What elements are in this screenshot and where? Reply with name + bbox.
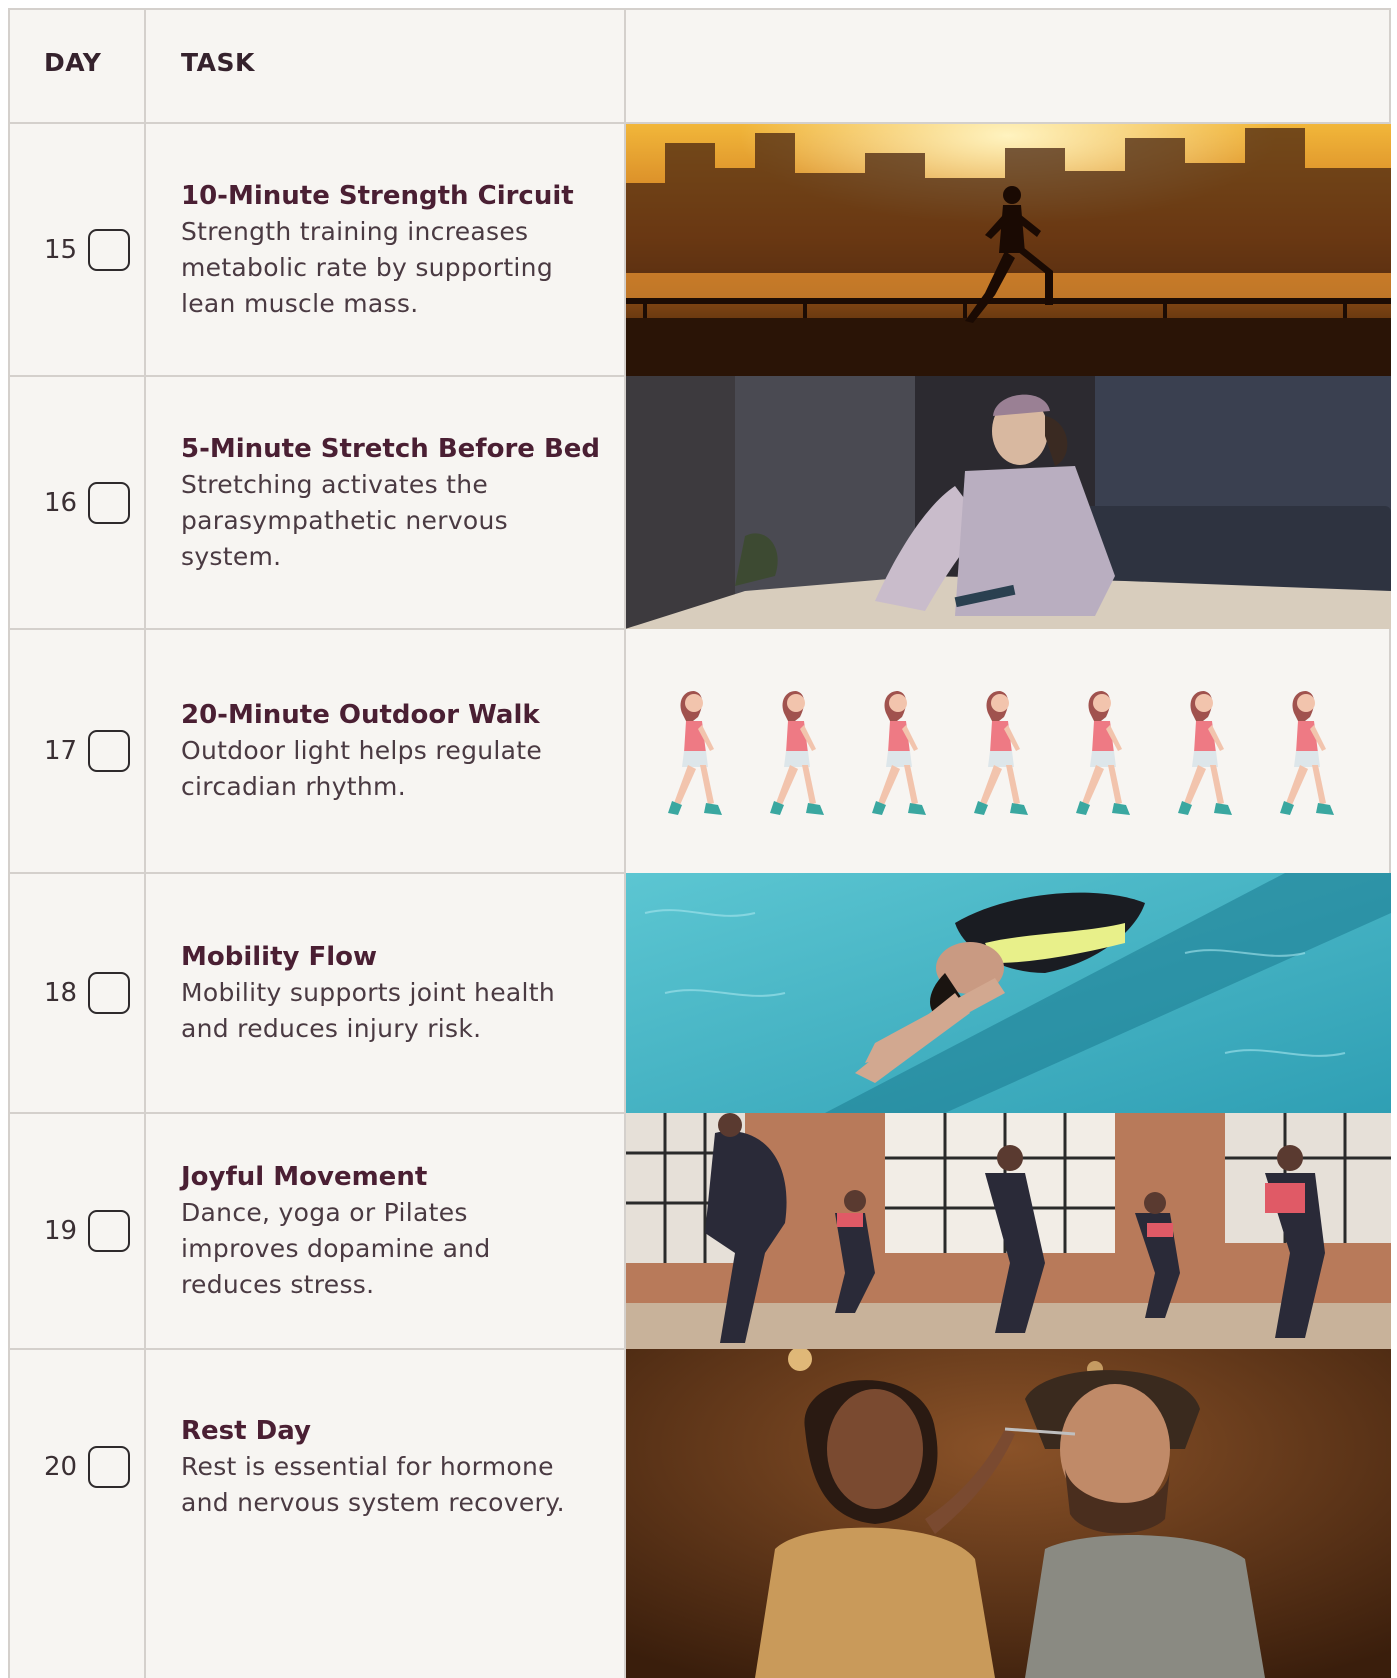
row-divider bbox=[8, 628, 625, 630]
task-description-line: Mobility supports joint health bbox=[181, 978, 555, 1007]
task-description-line: parasympathetic nervous bbox=[181, 505, 508, 535]
walking-woman-illustration-sequence bbox=[625, 629, 1391, 873]
task-description-line: and reduces injury risk. bbox=[181, 1014, 482, 1043]
day-cell: 17 bbox=[8, 629, 145, 873]
day-18-checkbox[interactable] bbox=[88, 972, 130, 1014]
group-squat-class-photo bbox=[625, 1113, 1391, 1349]
task-title: Rest Day bbox=[181, 1415, 311, 1446]
row-divider bbox=[8, 122, 1391, 124]
day-15-checkbox[interactable] bbox=[88, 228, 130, 271]
day-column-header: DAY bbox=[44, 48, 102, 77]
table-border bbox=[8, 8, 1391, 10]
task-description-line: and nervous system recovery. bbox=[181, 1487, 565, 1517]
row-divider bbox=[8, 1112, 625, 1114]
table-border bbox=[1389, 8, 1391, 123]
woman-floating-in-pool-photo bbox=[625, 873, 1391, 1113]
task-cell: Mobility Flow Mobility supports joint he… bbox=[145, 873, 625, 1113]
task-description-line: reduces stress. bbox=[181, 1270, 375, 1299]
workout-checklist-table: DAY TASK 15 10-Minute Strength Circuit S… bbox=[8, 8, 1391, 1678]
column-divider bbox=[624, 8, 626, 1678]
day-cell: 19 bbox=[8, 1113, 145, 1349]
sunset-runner-photo bbox=[625, 123, 1391, 376]
day-number: 19 bbox=[44, 1216, 78, 1246]
task-title: Joyful Movement bbox=[181, 1162, 428, 1192]
day-17-checkbox[interactable] bbox=[88, 730, 130, 772]
task-cell: 20-Minute Outdoor Walk Outdoor light hel… bbox=[145, 629, 625, 873]
woman-stretching-in-bed-photo bbox=[625, 376, 1391, 629]
task-cell: Joyful Movement Dance, yoga or Pilates i… bbox=[145, 1113, 625, 1349]
task-cell: 10-Minute Strength Circuit Strength trai… bbox=[145, 123, 625, 376]
task-description-line: system. bbox=[181, 541, 282, 571]
couple-sharing-meal-photo bbox=[625, 1349, 1391, 1678]
task-description-line: Rest is essential for hormone bbox=[181, 1451, 554, 1481]
day-cell: 20 bbox=[8, 1349, 145, 1678]
day-number: 17 bbox=[44, 736, 78, 766]
task-description-line: Dance, yoga or Pilates bbox=[181, 1198, 468, 1227]
table-border bbox=[8, 8, 10, 1678]
day-number: 18 bbox=[44, 978, 78, 1008]
task-description-line: circadian rhythm. bbox=[181, 772, 406, 801]
row-divider bbox=[8, 375, 625, 377]
task-cell: 5-Minute Stretch Before Bed Stretching a… bbox=[145, 376, 625, 629]
day-20-checkbox[interactable] bbox=[88, 1445, 130, 1488]
task-description-line: Strength training increases bbox=[181, 216, 529, 246]
row-divider bbox=[8, 872, 625, 874]
day-number: 15 bbox=[44, 234, 78, 265]
day-cell: 18 bbox=[8, 873, 145, 1113]
day-number: 16 bbox=[44, 487, 78, 518]
task-description-line: lean muscle mass. bbox=[181, 288, 419, 318]
row-divider bbox=[8, 1348, 625, 1350]
task-title: 20-Minute Outdoor Walk bbox=[181, 700, 540, 730]
day-19-checkbox[interactable] bbox=[88, 1210, 130, 1252]
task-description-line: Outdoor light helps regulate bbox=[181, 736, 543, 765]
task-description-line: Stretching activates the bbox=[181, 469, 489, 499]
task-title: 10-Minute Strength Circuit bbox=[181, 180, 574, 211]
day-16-checkbox[interactable] bbox=[88, 481, 130, 524]
table-border bbox=[1389, 629, 1391, 873]
column-divider bbox=[144, 8, 146, 1678]
day-cell: 15 bbox=[8, 123, 145, 376]
task-description-line: metabolic rate by supporting bbox=[181, 252, 553, 282]
task-description-line: improves dopamine and bbox=[181, 1234, 491, 1263]
task-cell: Rest Day Rest is essential for hormone a… bbox=[145, 1349, 625, 1584]
task-title: 5-Minute Stretch Before Bed bbox=[181, 433, 601, 464]
task-title: Mobility Flow bbox=[181, 942, 378, 972]
task-column-header: TASK bbox=[181, 48, 255, 77]
day-cell: 16 bbox=[8, 376, 145, 629]
day-number: 20 bbox=[44, 1451, 78, 1482]
